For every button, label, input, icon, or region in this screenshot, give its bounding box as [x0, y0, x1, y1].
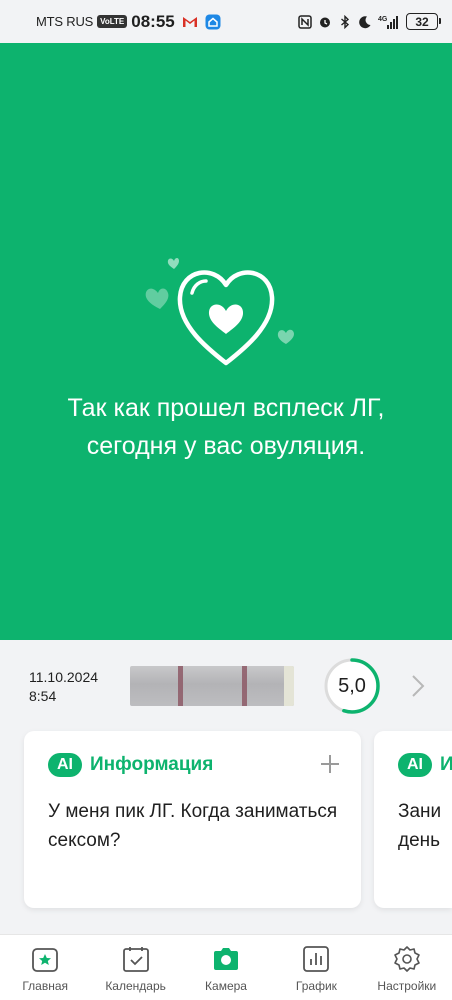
lh-value: 5,0: [338, 674, 366, 697]
status-bar: MTS RUS VoLTE 08:55 4G 32: [0, 0, 452, 43]
ovulation-hero-banner: Так как прошел всплеск ЛГ, сегодня у вас…: [0, 43, 452, 640]
next-result-button[interactable]: [404, 670, 432, 702]
battery-indicator: 32: [406, 13, 441, 30]
nav-label: Главная: [22, 979, 69, 993]
ai-badge: AI: [48, 753, 82, 777]
test-strip-line: [178, 666, 183, 706]
status-time: 08:55: [131, 11, 175, 31]
smart-home-icon: [205, 14, 221, 29]
nfc-icon: [298, 14, 312, 29]
card-question: У меня пик ЛГ. Когда заниматься сексом?: [48, 801, 338, 851]
test-strip-cap: [284, 666, 294, 706]
nav-label: Камера: [205, 979, 247, 993]
info-card[interactable]: AI Информация У меня пик ЛГ. Когда заним…: [24, 731, 361, 908]
gear-icon: [394, 946, 420, 972]
card-title: Информация: [440, 754, 452, 775]
nav-calendar[interactable]: Календарь: [90, 935, 180, 1000]
home-star-icon: [32, 948, 59, 972]
test-time: 8:54: [29, 688, 57, 704]
carrier-name: MTS RUS: [36, 14, 94, 29]
card-question: Зани день: [398, 801, 442, 851]
nav-camera[interactable]: Камера: [181, 935, 271, 1000]
do-not-disturb-moon-icon: [359, 15, 371, 28]
test-datetime: 11.10.2024 8:54: [29, 668, 98, 706]
nav-label: График: [295, 979, 337, 993]
bluetooth-icon: [341, 14, 350, 29]
nav-settings[interactable]: Настройки: [362, 935, 452, 1000]
card-title: Информация: [90, 754, 214, 775]
alarm-icon: [320, 17, 330, 27]
ai-badge: AI: [398, 753, 432, 777]
info-card-next[interactable]: AI Информация Зани день: [374, 731, 452, 908]
control-strip-line: [242, 666, 247, 706]
bottom-navigation: Главная Календарь Камера График Настройк…: [0, 934, 452, 1000]
nav-label: Настройки: [377, 979, 437, 993]
test-date: 11.10.2024: [29, 669, 99, 685]
calendar-check-icon: [122, 947, 149, 972]
heart-illustration-icon: [145, 258, 294, 366]
test-result-row[interactable]: 11.10.2024 8:54 5,0: [0, 640, 452, 734]
chevron-right-icon: [412, 675, 425, 697]
signal-4g-icon: 4G: [378, 15, 398, 29]
chart-icon: [303, 946, 330, 972]
card-header: AI Информация: [48, 753, 213, 777]
plus-icon[interactable]: [319, 753, 341, 775]
nav-label: Календарь: [105, 979, 166, 993]
volte-badge: VoLTE: [97, 15, 128, 28]
camera-icon: [214, 948, 239, 970]
ovulation-message: Так как прошел всплеск ЛГ, сегодня у вас…: [67, 394, 385, 460]
card-header: AI Информация: [398, 753, 452, 777]
svg-text:4G: 4G: [378, 16, 388, 23]
gmail-icon: [182, 17, 197, 27]
nav-chart[interactable]: График: [271, 935, 361, 1000]
nav-home[interactable]: Главная: [0, 935, 90, 1000]
test-strip-image[interactable]: [130, 666, 294, 706]
